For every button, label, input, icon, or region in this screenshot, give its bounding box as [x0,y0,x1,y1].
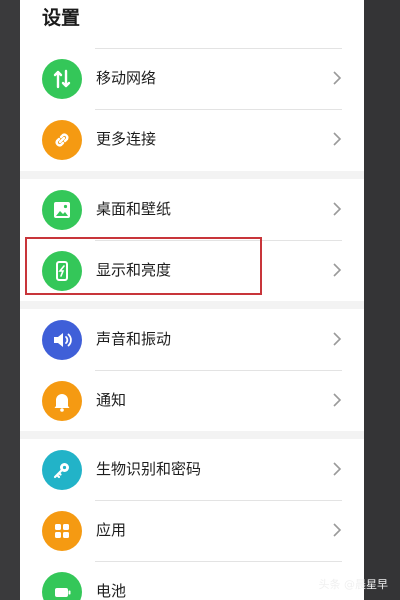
sound-icon [42,320,82,360]
chevron-right-icon [333,71,342,85]
settings-item-biometrics-password[interactable]: 生物识别和密码 [20,439,364,500]
settings-item-apps[interactable]: 应用 [20,500,364,561]
settings-item-label: 声音和振动 [96,330,172,348]
settings-item-label: 通知 [96,391,127,409]
chevron-right-icon [333,523,342,537]
settings-item-label: 更多连接 [96,130,157,148]
settings-item-more-connections[interactable]: 更多连接 [20,109,364,170]
background-left [0,0,20,600]
divider [95,109,342,110]
watermark: 头条 @晨星早 [318,578,389,591]
settings-item-label: 移动网络 [96,69,157,87]
chevron-right-icon [333,332,342,346]
display-brightness-icon [42,251,82,291]
mobile-network-icon [42,59,82,99]
divider [95,370,342,371]
settings-item-label: 电池 [96,582,127,600]
settings-group-sound: 声音和振动 通知 [20,309,364,431]
divider [95,500,342,501]
chevron-right-icon [333,462,342,476]
settings-item-wallpaper[interactable]: 桌面和壁纸 [20,179,364,240]
divider [95,240,342,241]
settings-item-label: 应用 [96,521,127,539]
settings-item-sound-vibration[interactable]: 声音和振动 [20,309,364,370]
chevron-right-icon [333,132,342,146]
settings-group-connectivity: 移动网络 更多连接 [20,48,364,171]
chevron-right-icon [333,202,342,216]
key-icon [42,450,82,490]
divider [95,48,342,49]
settings-item-mobile-network[interactable]: 移动网络 [20,48,364,109]
background-right [364,0,400,600]
link-icon [42,120,82,160]
settings-item-notifications[interactable]: 通知 [20,370,364,431]
chevron-right-icon [333,263,342,277]
settings-item-label: 显示和亮度 [96,261,172,279]
settings-item-label: 桌面和壁纸 [96,200,172,218]
wallpaper-icon [42,190,82,230]
battery-icon [42,572,82,600]
page-title: 设置 [42,7,81,29]
settings-group-display: 桌面和壁纸 显示和亮度 [20,179,364,301]
bell-icon [42,381,82,421]
settings-item-display-brightness[interactable]: 显示和亮度 [20,240,364,301]
settings-group-security-apps: 生物识别和密码 应用 电池 [20,439,364,600]
chevron-right-icon [333,393,342,407]
divider [95,561,342,562]
apps-icon [42,511,82,551]
settings-item-battery[interactable]: 电池 [20,561,364,600]
settings-item-label: 生物识别和密码 [96,460,202,478]
title-bar: 设置 [20,0,364,48]
settings-panel: 设置 移动网络 更多连接 桌面和壁纸 显示和亮度 声音和振动 通知 生物识别和密… [20,0,364,600]
